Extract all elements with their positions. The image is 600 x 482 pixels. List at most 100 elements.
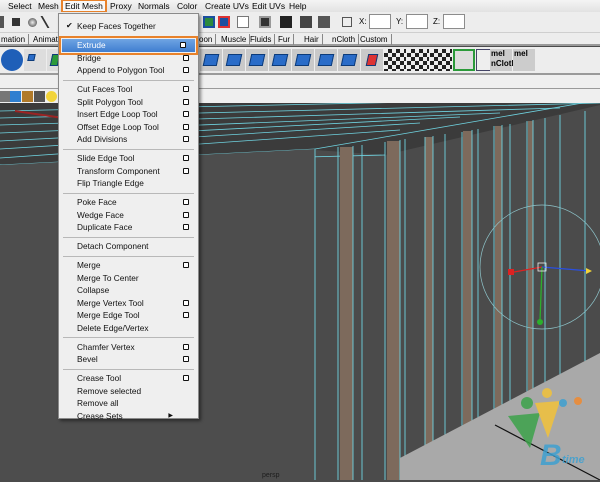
shelf-uv-spherical-icon[interactable] <box>430 49 452 71</box>
option-box-icon[interactable] <box>183 67 189 73</box>
menu-item-poke-face[interactable]: Poke Face <box>59 196 198 209</box>
menu-item-offset-edge-loop-tool[interactable]: Offset Edge Loop Tool <box>59 121 198 134</box>
shelf-bridge-icon[interactable] <box>223 49 245 71</box>
render-icon[interactable] <box>259 16 271 28</box>
tab-toon[interactable]: oon <box>196 34 217 45</box>
menu-item-flip-triangle-edge[interactable]: Flip Triangle Edge <box>59 177 198 190</box>
option-box-icon[interactable] <box>183 199 189 205</box>
light-icon[interactable] <box>46 91 57 102</box>
shelf-uv-planar-icon[interactable] <box>384 49 406 71</box>
menu-item-cut-faces-tool[interactable]: Cut Faces Tool <box>59 83 198 96</box>
menu-item-remove-all[interactable]: Remove all <box>59 397 198 410</box>
menu-item-merge[interactable]: Merge <box>59 259 198 272</box>
shelf-extrude-icon[interactable] <box>200 49 222 71</box>
menu-item-append-to-polygon-tool[interactable]: Append to Polygon Tool <box>59 64 198 77</box>
shelf-wedge-icon[interactable] <box>292 49 314 71</box>
option-box-icon[interactable] <box>183 343 189 350</box>
option-box-icon[interactable] <box>183 98 189 105</box>
option-box-icon[interactable] <box>183 136 189 142</box>
option-box-icon[interactable] <box>183 86 189 92</box>
option-box-icon[interactable] <box>183 211 189 218</box>
shelf-uv-auto-icon[interactable] <box>453 49 475 71</box>
menu-item-crease-sets[interactable]: Crease Sets ▶ <box>59 410 198 423</box>
shelf-append-icon[interactable] <box>246 49 268 71</box>
x-field[interactable] <box>369 14 391 29</box>
menu-item-chamfer-vertex[interactable]: Chamfer Vertex <box>59 341 198 354</box>
menu-select[interactable]: Select <box>6 0 34 12</box>
snap-icon[interactable] <box>203 16 215 28</box>
z-field[interactable] <box>443 14 465 29</box>
tab-custom[interactable]: Custom <box>357 34 392 45</box>
cube-icon[interactable] <box>10 91 21 102</box>
textured-cube-icon[interactable] <box>22 91 33 102</box>
menu-create-uvs[interactable]: Create UVs <box>203 0 251 12</box>
option-box-icon[interactable] <box>183 167 189 174</box>
shelf-mel-ncloth-button[interactable]: mel nCloth <box>490 49 516 71</box>
option-box-icon[interactable] <box>183 111 189 117</box>
y-field[interactable] <box>406 14 428 29</box>
menu-normals[interactable]: Normals <box>136 0 172 12</box>
menu-item-insert-edge-loop-tool[interactable]: Insert Edge Loop Tool <box>59 108 198 121</box>
shelf-mel-button[interactable]: mel <box>513 49 535 71</box>
shelf-combine-icon[interactable] <box>24 49 46 71</box>
render-settings-icon[interactable] <box>318 16 330 28</box>
toolbar-icon[interactable] <box>0 16 4 28</box>
menu-edit-uvs[interactable]: Edit UVs <box>250 0 287 12</box>
shelf-poke-icon[interactable] <box>315 49 337 71</box>
option-box-icon[interactable] <box>183 312 189 318</box>
menu-proxy[interactable]: Proxy <box>108 0 134 12</box>
menu-item-extrude[interactable]: Extrude <box>59 36 198 55</box>
menu-mesh[interactable]: Mesh <box>36 0 61 12</box>
menu-item-bridge[interactable]: Bridge <box>59 52 198 65</box>
tab-fur[interactable]: Fur <box>275 34 294 45</box>
menu-item-collapse[interactable]: Collapse <box>59 284 198 297</box>
menu-item-merge-vertex-tool[interactable]: Merge Vertex Tool <box>59 297 198 310</box>
menu-item-bevel[interactable]: Bevel <box>59 353 198 366</box>
option-box-icon[interactable] <box>183 299 189 306</box>
menu-help[interactable]: Help <box>287 0 308 12</box>
select-icon[interactable] <box>12 18 20 26</box>
menu-item-merge-edge-tool[interactable]: Merge Edge Tool <box>59 309 198 322</box>
snap2-icon[interactable] <box>218 16 230 28</box>
shelf-split-icon[interactable] <box>269 49 291 71</box>
menu-item-transform-component[interactable]: Transform Component <box>59 165 198 178</box>
shelf-sphere-icon[interactable] <box>1 49 23 71</box>
menu-item-delete-edge-vertex[interactable]: Delete Edge/Vertex <box>59 322 198 335</box>
menu-item-crease-tool[interactable]: Crease Tool <box>59 372 198 385</box>
option-box-icon[interactable] <box>183 356 189 362</box>
shelf-facet-icon[interactable] <box>338 49 360 71</box>
shelf-uv-cylindrical-icon[interactable] <box>407 49 429 71</box>
menu-item-detach-component[interactable]: Detach Component <box>59 240 198 253</box>
option-box-icon[interactable] <box>183 54 189 61</box>
tab-hair[interactable]: Hair <box>301 34 323 45</box>
ipr-icon[interactable] <box>300 16 312 28</box>
camera-label: persp <box>262 472 280 479</box>
menu-item-split-polygon-tool[interactable]: Split Polygon Tool <box>59 96 198 109</box>
lasso-icon[interactable] <box>28 18 37 27</box>
option-box-icon[interactable] <box>183 155 189 161</box>
option-box-icon[interactable] <box>180 42 186 48</box>
option-box-icon[interactable] <box>183 262 189 268</box>
tab-fluids[interactable]: Fluids <box>247 34 276 45</box>
tab-animation-1[interactable]: mation <box>0 34 30 45</box>
option-box-icon[interactable] <box>183 224 189 230</box>
menu-item-duplicate-face[interactable]: Duplicate Face <box>59 221 198 234</box>
menu-item-slide-edge-tool[interactable]: Slide Edge Tool <box>59 152 198 165</box>
menu-item-merge-to-center[interactable]: Merge To Center <box>59 272 198 285</box>
menu-item-wedge-face[interactable]: Wedge Face <box>59 209 198 222</box>
history-icon[interactable] <box>237 16 249 28</box>
shelf-sculpt-icon[interactable] <box>361 49 383 71</box>
option-box-icon[interactable] <box>183 375 189 381</box>
tab-ncloth[interactable]: nCloth <box>329 34 360 45</box>
shaded-icon[interactable] <box>34 91 45 102</box>
tab-muscle[interactable]: Muscle <box>218 34 251 45</box>
menu-item-keep-faces-together[interactable]: ✔ Keep Faces Together <box>59 20 198 33</box>
menu-item-remove-selected[interactable]: Remove selected <box>59 385 198 398</box>
menu-edit-mesh[interactable]: Edit Mesh <box>61 0 107 13</box>
option-box-icon[interactable] <box>183 123 189 130</box>
clapper-icon[interactable] <box>280 16 292 28</box>
menu-color[interactable]: Color <box>175 0 199 12</box>
transform-mode-icon[interactable] <box>342 17 352 27</box>
menu-item-add-divisions[interactable]: Add Divisions <box>59 133 198 146</box>
paint-icon[interactable] <box>40 16 54 28</box>
